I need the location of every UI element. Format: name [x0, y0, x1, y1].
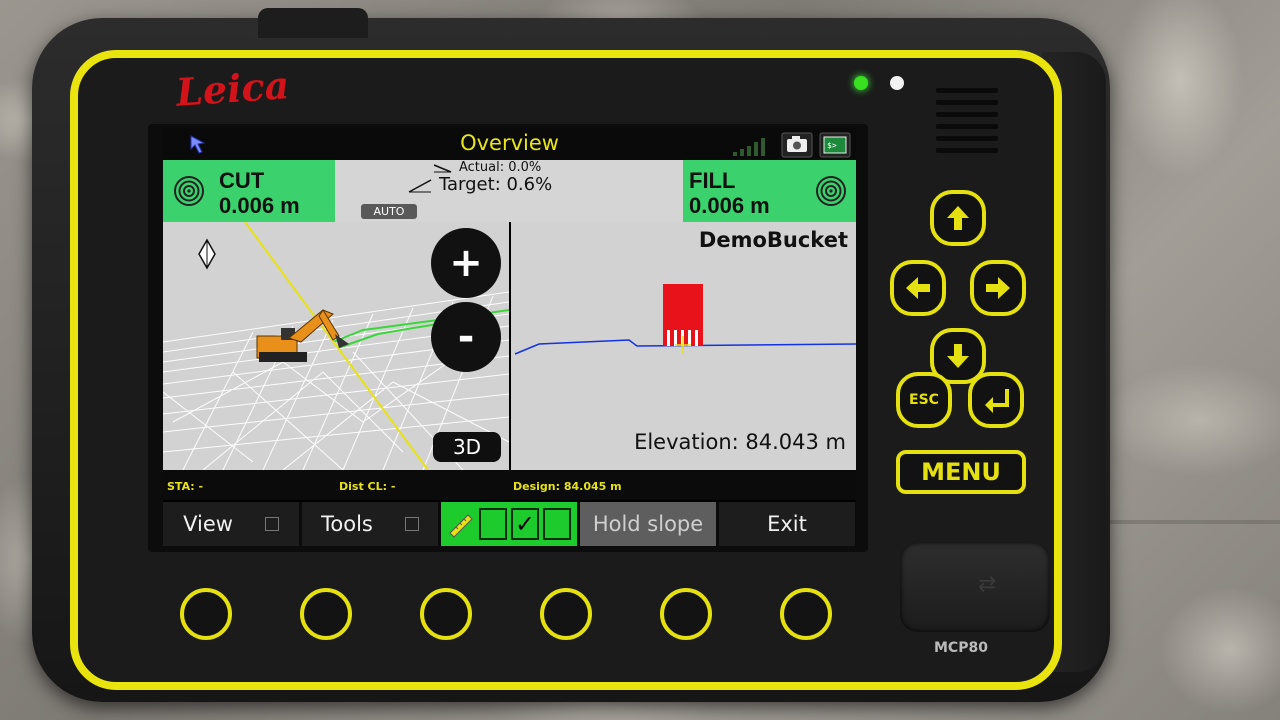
compass	[198, 238, 216, 270]
guidance-toggle-softkey[interactable]: ✓	[441, 502, 577, 546]
station-value: STA: -	[167, 480, 204, 493]
view-checkbox[interactable]	[264, 517, 279, 531]
slope-panel: Actual: 0.0% Target: 0.6% AUTO	[335, 160, 683, 222]
target-slope-icon	[408, 179, 432, 193]
stone-seam	[1110, 520, 1280, 524]
profile-view[interactable]: DemoBucket Elevation: 84.043 m	[511, 222, 856, 470]
fill-value: 0.006 m	[689, 193, 770, 218]
cut-value: 0.006 m	[219, 193, 300, 218]
usb-port-cover[interactable]: ⇄	[900, 542, 1050, 632]
status-led	[890, 76, 904, 90]
brand-logo: Leica	[174, 62, 291, 115]
guidance-box-empty-2	[543, 508, 571, 540]
fill-indicator: FILL 0.006 m	[683, 160, 856, 222]
camera-icon[interactable]	[781, 132, 813, 158]
menu-key[interactable]: MENU	[896, 450, 1026, 494]
arrow-down-icon	[947, 344, 969, 368]
model-label: MCP80	[934, 640, 988, 656]
cut-indicator: CUT 0.006 m	[163, 160, 335, 222]
ruler-icon	[449, 514, 473, 538]
cut-label: CUT	[219, 168, 265, 193]
escape-key-label: ESC	[909, 392, 939, 408]
device-top-tab	[258, 8, 368, 38]
hold-slope-softkey[interactable]: Hold slope	[580, 502, 716, 546]
tools-softkey[interactable]: Tools	[302, 502, 438, 546]
exit-softkey[interactable]: Exit	[719, 502, 855, 546]
design-elevation-value: Design: 84.045 m	[513, 480, 622, 493]
info-bar: STA: - Dist CL: - Design: 84.045 m	[163, 470, 856, 500]
softkey-bar: View Tools ✓ Hold slope Exit	[163, 502, 856, 546]
right-arrow-key[interactable]	[970, 260, 1026, 316]
enter-icon	[985, 389, 1009, 413]
cut-target-icon	[174, 176, 204, 206]
cut-fill-status-row: CUT 0.006 m Actual: 0.0% Target: 0.6% AU…	[163, 160, 856, 222]
terminal-icon[interactable]: $>	[819, 132, 851, 158]
zoom-in-button[interactable]: +	[431, 228, 501, 298]
title-bar: Overview $>	[163, 128, 856, 160]
elevation-readout: Elevation: 84.043 m	[634, 430, 846, 454]
softkey-5[interactable]	[660, 588, 712, 640]
fill-target-icon	[816, 176, 846, 206]
actual-slope-icon	[433, 164, 452, 173]
guidance-box-checked: ✓	[511, 508, 539, 540]
speaker-grille	[936, 88, 998, 160]
softkey-1[interactable]	[180, 588, 232, 640]
usb-icon: ⇄	[978, 572, 997, 597]
view-softkey-label: View	[183, 512, 233, 536]
fill-label: FILL	[689, 168, 736, 193]
zoom-out-button[interactable]: -	[431, 302, 501, 372]
tools-checkbox[interactable]	[404, 517, 419, 531]
signal-strength-icon	[733, 138, 765, 156]
view-mode-3d-button[interactable]: 3D	[433, 432, 501, 462]
up-arrow-key[interactable]	[930, 190, 986, 246]
distance-centerline-value: Dist CL: -	[339, 480, 396, 493]
power-led	[854, 76, 868, 90]
target-slope: Target: 0.6%	[439, 174, 553, 195]
actual-slope: Actual: 0.0%	[459, 160, 542, 175]
escape-key[interactable]: ESC	[896, 372, 952, 428]
softkey-4[interactable]	[540, 588, 592, 640]
three-d-view[interactable]: + - 3D	[163, 222, 509, 470]
lcd-display: Overview $> CUT 0.006 m Actual: 0.0% Tar…	[163, 128, 856, 546]
arrow-up-icon	[947, 206, 969, 230]
left-arrow-key[interactable]	[890, 260, 946, 316]
softkey-2[interactable]	[300, 588, 352, 640]
arrow-right-icon	[986, 277, 1010, 299]
arrow-left-icon	[906, 277, 930, 299]
softkey-3[interactable]	[420, 588, 472, 640]
softkey-6[interactable]	[780, 588, 832, 640]
view-softkey[interactable]: View	[163, 502, 299, 546]
excavator-model	[256, 309, 349, 362]
guidance-box-empty	[479, 508, 507, 540]
enter-key[interactable]	[968, 372, 1024, 428]
svg-text:$>: $>	[827, 141, 837, 150]
auto-mode-badge[interactable]: AUTO	[361, 204, 417, 219]
tools-softkey-label: Tools	[321, 512, 373, 536]
